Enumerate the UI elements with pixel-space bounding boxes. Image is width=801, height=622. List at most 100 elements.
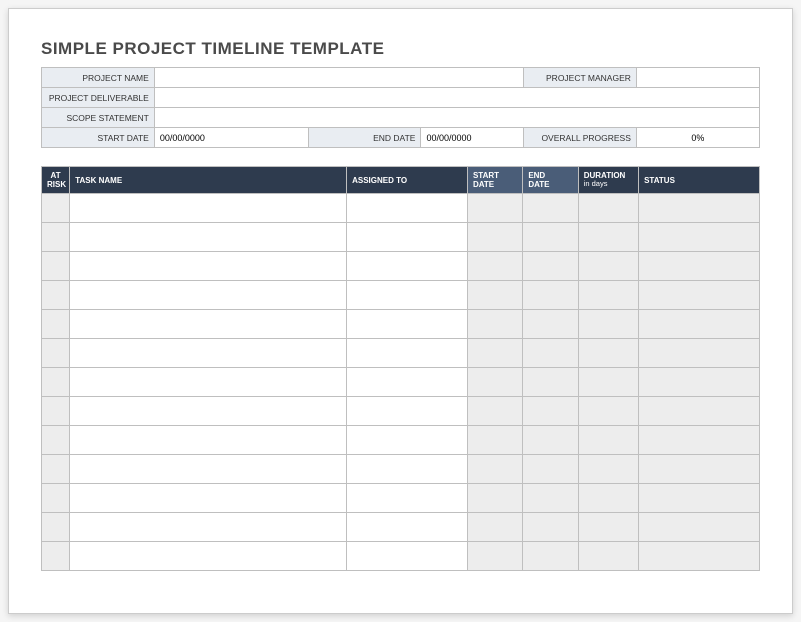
cell-assigned-to[interactable] <box>347 368 468 397</box>
cell-task-name[interactable] <box>70 542 347 571</box>
cell-duration[interactable] <box>578 513 638 542</box>
cell-status[interactable] <box>639 397 760 426</box>
cell-at-risk[interactable] <box>42 426 70 455</box>
cell-duration[interactable] <box>578 339 638 368</box>
cell-end-date[interactable] <box>523 281 578 310</box>
cell-at-risk[interactable] <box>42 542 70 571</box>
cell-end-date[interactable] <box>523 484 578 513</box>
table-row <box>42 542 760 571</box>
cell-assigned-to[interactable] <box>347 281 468 310</box>
cell-task-name[interactable] <box>70 368 347 397</box>
cell-start-date[interactable] <box>467 484 522 513</box>
cell-assigned-to[interactable] <box>347 194 468 223</box>
cell-end-date[interactable] <box>523 223 578 252</box>
cell-task-name[interactable] <box>70 223 347 252</box>
cell-start-date[interactable] <box>467 223 522 252</box>
cell-assigned-to[interactable] <box>347 426 468 455</box>
cell-duration[interactable] <box>578 368 638 397</box>
cell-end-date[interactable] <box>523 426 578 455</box>
cell-assigned-to[interactable] <box>347 513 468 542</box>
cell-end-date[interactable] <box>523 542 578 571</box>
cell-status[interactable] <box>639 252 760 281</box>
start-date-field[interactable]: 00/00/0000 <box>154 128 308 148</box>
cell-duration[interactable] <box>578 223 638 252</box>
scope-statement-field[interactable] <box>154 108 759 128</box>
cell-assigned-to[interactable] <box>347 339 468 368</box>
cell-status[interactable] <box>639 368 760 397</box>
cell-end-date[interactable] <box>523 513 578 542</box>
cell-status[interactable] <box>639 281 760 310</box>
cell-at-risk[interactable] <box>42 397 70 426</box>
cell-end-date[interactable] <box>523 339 578 368</box>
cell-task-name[interactable] <box>70 310 347 339</box>
cell-at-risk[interactable] <box>42 194 70 223</box>
cell-task-name[interactable] <box>70 339 347 368</box>
project-name-field[interactable] <box>154 68 523 88</box>
cell-start-date[interactable] <box>467 194 522 223</box>
cell-start-date[interactable] <box>467 455 522 484</box>
cell-at-risk[interactable] <box>42 223 70 252</box>
cell-task-name[interactable] <box>70 252 347 281</box>
cell-at-risk[interactable] <box>42 455 70 484</box>
project-deliverable-field[interactable] <box>154 88 759 108</box>
cell-start-date[interactable] <box>467 397 522 426</box>
cell-at-risk[interactable] <box>42 310 70 339</box>
cell-at-risk[interactable] <box>42 339 70 368</box>
overall-progress-field[interactable]: 0% <box>636 128 759 148</box>
cell-start-date[interactable] <box>467 368 522 397</box>
cell-end-date[interactable] <box>523 368 578 397</box>
cell-duration[interactable] <box>578 455 638 484</box>
cell-assigned-to[interactable] <box>347 455 468 484</box>
cell-duration[interactable] <box>578 484 638 513</box>
end-date-field[interactable]: 00/00/0000 <box>421 128 524 148</box>
cell-start-date[interactable] <box>467 310 522 339</box>
cell-end-date[interactable] <box>523 397 578 426</box>
cell-start-date[interactable] <box>467 542 522 571</box>
cell-status[interactable] <box>639 194 760 223</box>
cell-task-name[interactable] <box>70 426 347 455</box>
cell-at-risk[interactable] <box>42 513 70 542</box>
cell-assigned-to[interactable] <box>347 223 468 252</box>
cell-task-name[interactable] <box>70 455 347 484</box>
cell-at-risk[interactable] <box>42 484 70 513</box>
cell-duration[interactable] <box>578 426 638 455</box>
cell-at-risk[interactable] <box>42 252 70 281</box>
cell-start-date[interactable] <box>467 339 522 368</box>
cell-duration[interactable] <box>578 542 638 571</box>
cell-duration[interactable] <box>578 281 638 310</box>
cell-status[interactable] <box>639 542 760 571</box>
cell-status[interactable] <box>639 339 760 368</box>
cell-end-date[interactable] <box>523 455 578 484</box>
cell-start-date[interactable] <box>467 281 522 310</box>
cell-duration[interactable] <box>578 310 638 339</box>
cell-at-risk[interactable] <box>42 281 70 310</box>
cell-status[interactable] <box>639 426 760 455</box>
cell-duration[interactable] <box>578 194 638 223</box>
cell-status[interactable] <box>639 455 760 484</box>
cell-at-risk[interactable] <box>42 368 70 397</box>
cell-end-date[interactable] <box>523 194 578 223</box>
cell-assigned-to[interactable] <box>347 484 468 513</box>
cell-assigned-to[interactable] <box>347 310 468 339</box>
start-date-label: START DATE <box>42 128 155 148</box>
cell-task-name[interactable] <box>70 397 347 426</box>
cell-task-name[interactable] <box>70 513 347 542</box>
cell-assigned-to[interactable] <box>347 542 468 571</box>
cell-status[interactable] <box>639 223 760 252</box>
cell-start-date[interactable] <box>467 513 522 542</box>
cell-status[interactable] <box>639 513 760 542</box>
project-manager-field[interactable] <box>636 68 759 88</box>
cell-start-date[interactable] <box>467 252 522 281</box>
cell-task-name[interactable] <box>70 281 347 310</box>
cell-status[interactable] <box>639 310 760 339</box>
cell-assigned-to[interactable] <box>347 252 468 281</box>
cell-status[interactable] <box>639 484 760 513</box>
cell-duration[interactable] <box>578 397 638 426</box>
cell-duration[interactable] <box>578 252 638 281</box>
cell-end-date[interactable] <box>523 252 578 281</box>
cell-end-date[interactable] <box>523 310 578 339</box>
cell-start-date[interactable] <box>467 426 522 455</box>
cell-task-name[interactable] <box>70 484 347 513</box>
cell-assigned-to[interactable] <box>347 397 468 426</box>
cell-task-name[interactable] <box>70 194 347 223</box>
